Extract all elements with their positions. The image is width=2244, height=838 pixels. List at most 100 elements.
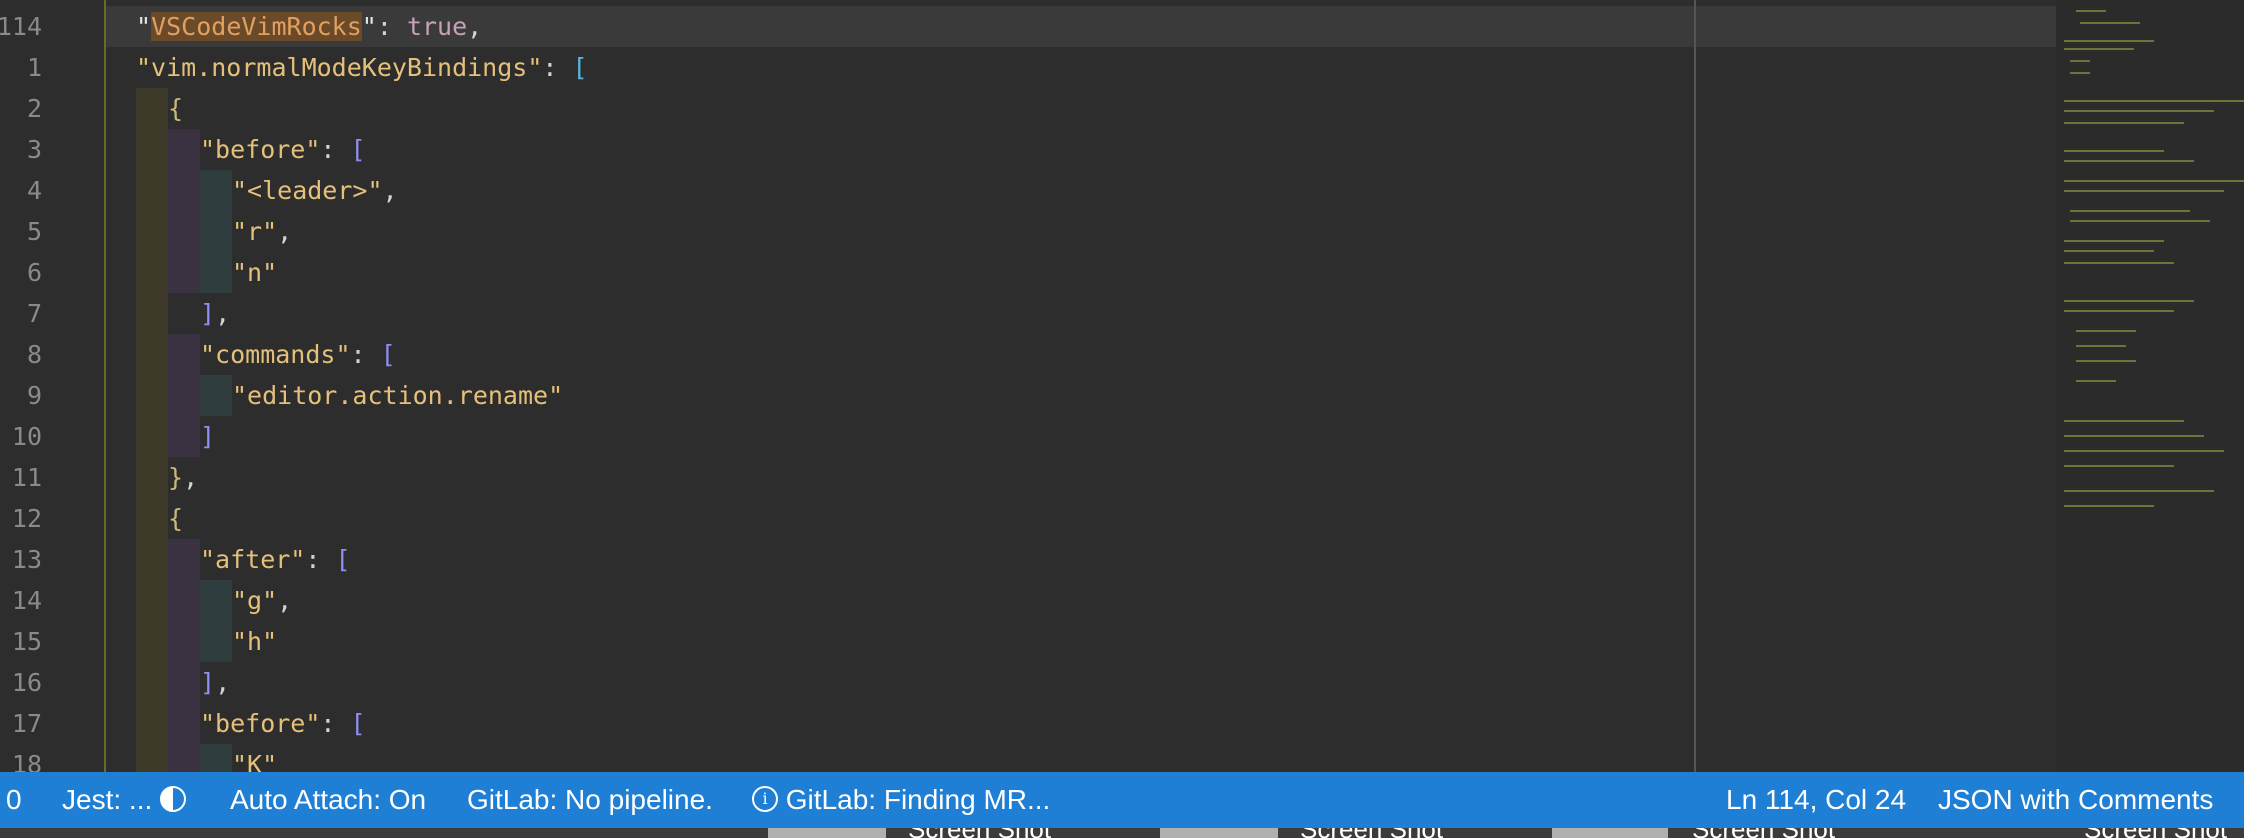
minimap-line — [2064, 505, 2154, 507]
line-number: 114 — [0, 12, 42, 41]
indent-fill-level-2 — [168, 129, 200, 293]
minimap-line — [2064, 110, 2214, 112]
token-string: "g" — [232, 586, 278, 615]
line-number-gutter: 114 1 2 3 4 5 6 7 8 9 10 11 12 13 14 15 … — [0, 0, 104, 772]
code-line[interactable]: "h" — [232, 621, 277, 662]
line-number: 6 — [26, 258, 42, 287]
minimap-line — [2064, 262, 2174, 264]
indent-fill-level-1 — [136, 88, 168, 772]
minimap-line — [2076, 360, 2136, 362]
minimap-line — [2064, 48, 2134, 50]
token-string: "r" — [232, 217, 278, 246]
code-line[interactable]: "editor.action.rename" — [232, 375, 563, 416]
token-key: "before" — [200, 135, 321, 164]
minimap-line — [2076, 10, 2106, 12]
minimap-line — [2080, 22, 2140, 24]
minimap-line — [2064, 435, 2204, 437]
status-cursor-position[interactable]: Ln 114, Col 24 — [1726, 772, 1906, 828]
indent-fill-level-2 — [168, 334, 200, 457]
token-boolean: true — [406, 12, 468, 41]
token-colon: : — [350, 340, 381, 369]
minimap[interactable] — [2056, 0, 2244, 772]
line-number: 17 — [11, 709, 42, 738]
editor-area[interactable]: 114 1 2 3 4 5 6 7 8 9 10 11 12 13 14 15 … — [0, 0, 2244, 772]
minimap-line — [2064, 490, 2214, 492]
jest-status-icon — [160, 785, 187, 812]
code-line[interactable]: "g", — [232, 580, 292, 621]
token-string: "<leader>" — [232, 176, 383, 205]
minimap-line — [2064, 250, 2154, 252]
status-gitlab-mr[interactable]: i GitLab: Finding MR... — [752, 772, 1050, 828]
token-key: "before" — [200, 709, 321, 738]
token-bracket: ] — [200, 668, 216, 697]
token-bracket: [ — [380, 340, 396, 369]
token-comma: , — [215, 668, 231, 697]
status-gitlab-pipeline[interactable]: GitLab: No pipeline. — [467, 772, 713, 828]
minimap-line — [2064, 160, 2194, 162]
minimap-line — [2064, 240, 2164, 242]
token-comma: , — [277, 586, 293, 615]
line-number: 12 — [11, 504, 42, 533]
minimap-line — [2064, 465, 2174, 467]
indent-fill-level-3 — [200, 744, 232, 772]
token-comma: , — [183, 463, 199, 492]
token-comma: , — [382, 176, 398, 205]
token-key-highlighted: VSCodeVimRocks — [151, 12, 362, 41]
status-bar: 0 Jest: ... Auto Attach: On GitLab: No p… — [0, 772, 2244, 828]
status-problems-count[interactable]: 0 — [6, 772, 22, 828]
token-bracket: ] — [200, 299, 216, 328]
line-number: 9 — [26, 381, 42, 410]
gitlab-mr-label: GitLab: Finding MR... — [785, 784, 1051, 815]
code-line[interactable]: ], — [200, 662, 230, 703]
token-colon: : — [305, 545, 336, 574]
indent-fill-level-2 — [168, 539, 200, 772]
code-line[interactable]: "commands": [ — [200, 334, 396, 375]
code-line[interactable]: "r", — [232, 211, 292, 252]
token-colon: : — [320, 709, 351, 738]
token-quote: " — [136, 12, 152, 41]
status-auto-attach[interactable]: Auto Attach: On — [230, 772, 426, 828]
code-line[interactable]: }, — [168, 457, 198, 498]
minimap-line — [2076, 330, 2136, 332]
status-language-mode[interactable]: JSON with Comments — [1938, 772, 2213, 828]
status-jest[interactable]: Jest: ... — [62, 772, 187, 828]
minimap-line — [2064, 100, 2244, 102]
code-line[interactable]: ], — [200, 293, 230, 334]
code-line[interactable]: ] — [200, 416, 215, 457]
line-number: 11 — [11, 463, 42, 492]
desktop-file-thumbnail[interactable] — [1552, 828, 1668, 838]
desktop-file-thumbnail[interactable] — [1160, 828, 1278, 838]
code-line[interactable]: "n" — [232, 252, 277, 293]
minimap-line — [2076, 380, 2116, 382]
code-line[interactable]: "before": [ — [200, 703, 366, 744]
token-quote: " — [361, 12, 377, 41]
code-line[interactable]: { — [168, 88, 183, 129]
desktop-file-label[interactable]: Screen Shot — [1692, 828, 1835, 838]
desktop-file-label[interactable]: Screen Shot — [2084, 828, 2227, 838]
code-line[interactable]: "VSCodeVimRocks": true, — [136, 6, 482, 47]
token-comma: , — [215, 299, 231, 328]
code-line[interactable]: "before": [ — [200, 129, 366, 170]
code-line[interactable]: "<leader>", — [232, 170, 398, 211]
minimap-line — [2064, 190, 2224, 192]
editor-ruler — [1694, 0, 1696, 772]
desktop-file-label[interactable]: Screen Shot — [908, 828, 1051, 838]
token-bracket: ] — [200, 422, 216, 451]
line-number: 15 — [11, 627, 42, 656]
minimap-line — [2070, 60, 2090, 62]
indent-fill-level-3 — [200, 375, 232, 416]
token-bracket: [ — [335, 545, 351, 574]
code-line[interactable]: "K" — [232, 744, 277, 772]
line-number: 4 — [26, 176, 42, 205]
code-line[interactable]: "after": [ — [200, 539, 351, 580]
code-line[interactable]: "vim.normalModeKeyBindings": [ — [136, 47, 588, 88]
minimap-line — [2070, 72, 2090, 74]
code-line[interactable]: { — [168, 498, 183, 539]
line-number: 3 — [26, 135, 42, 164]
minimap-line — [2064, 450, 2224, 452]
minimap-line — [2064, 300, 2194, 302]
desktop-file-label[interactable]: Screen Shot — [1300, 828, 1443, 838]
token-key: "after" — [200, 545, 306, 574]
minimap-line — [2070, 220, 2210, 222]
desktop-file-thumbnail[interactable] — [768, 828, 886, 838]
